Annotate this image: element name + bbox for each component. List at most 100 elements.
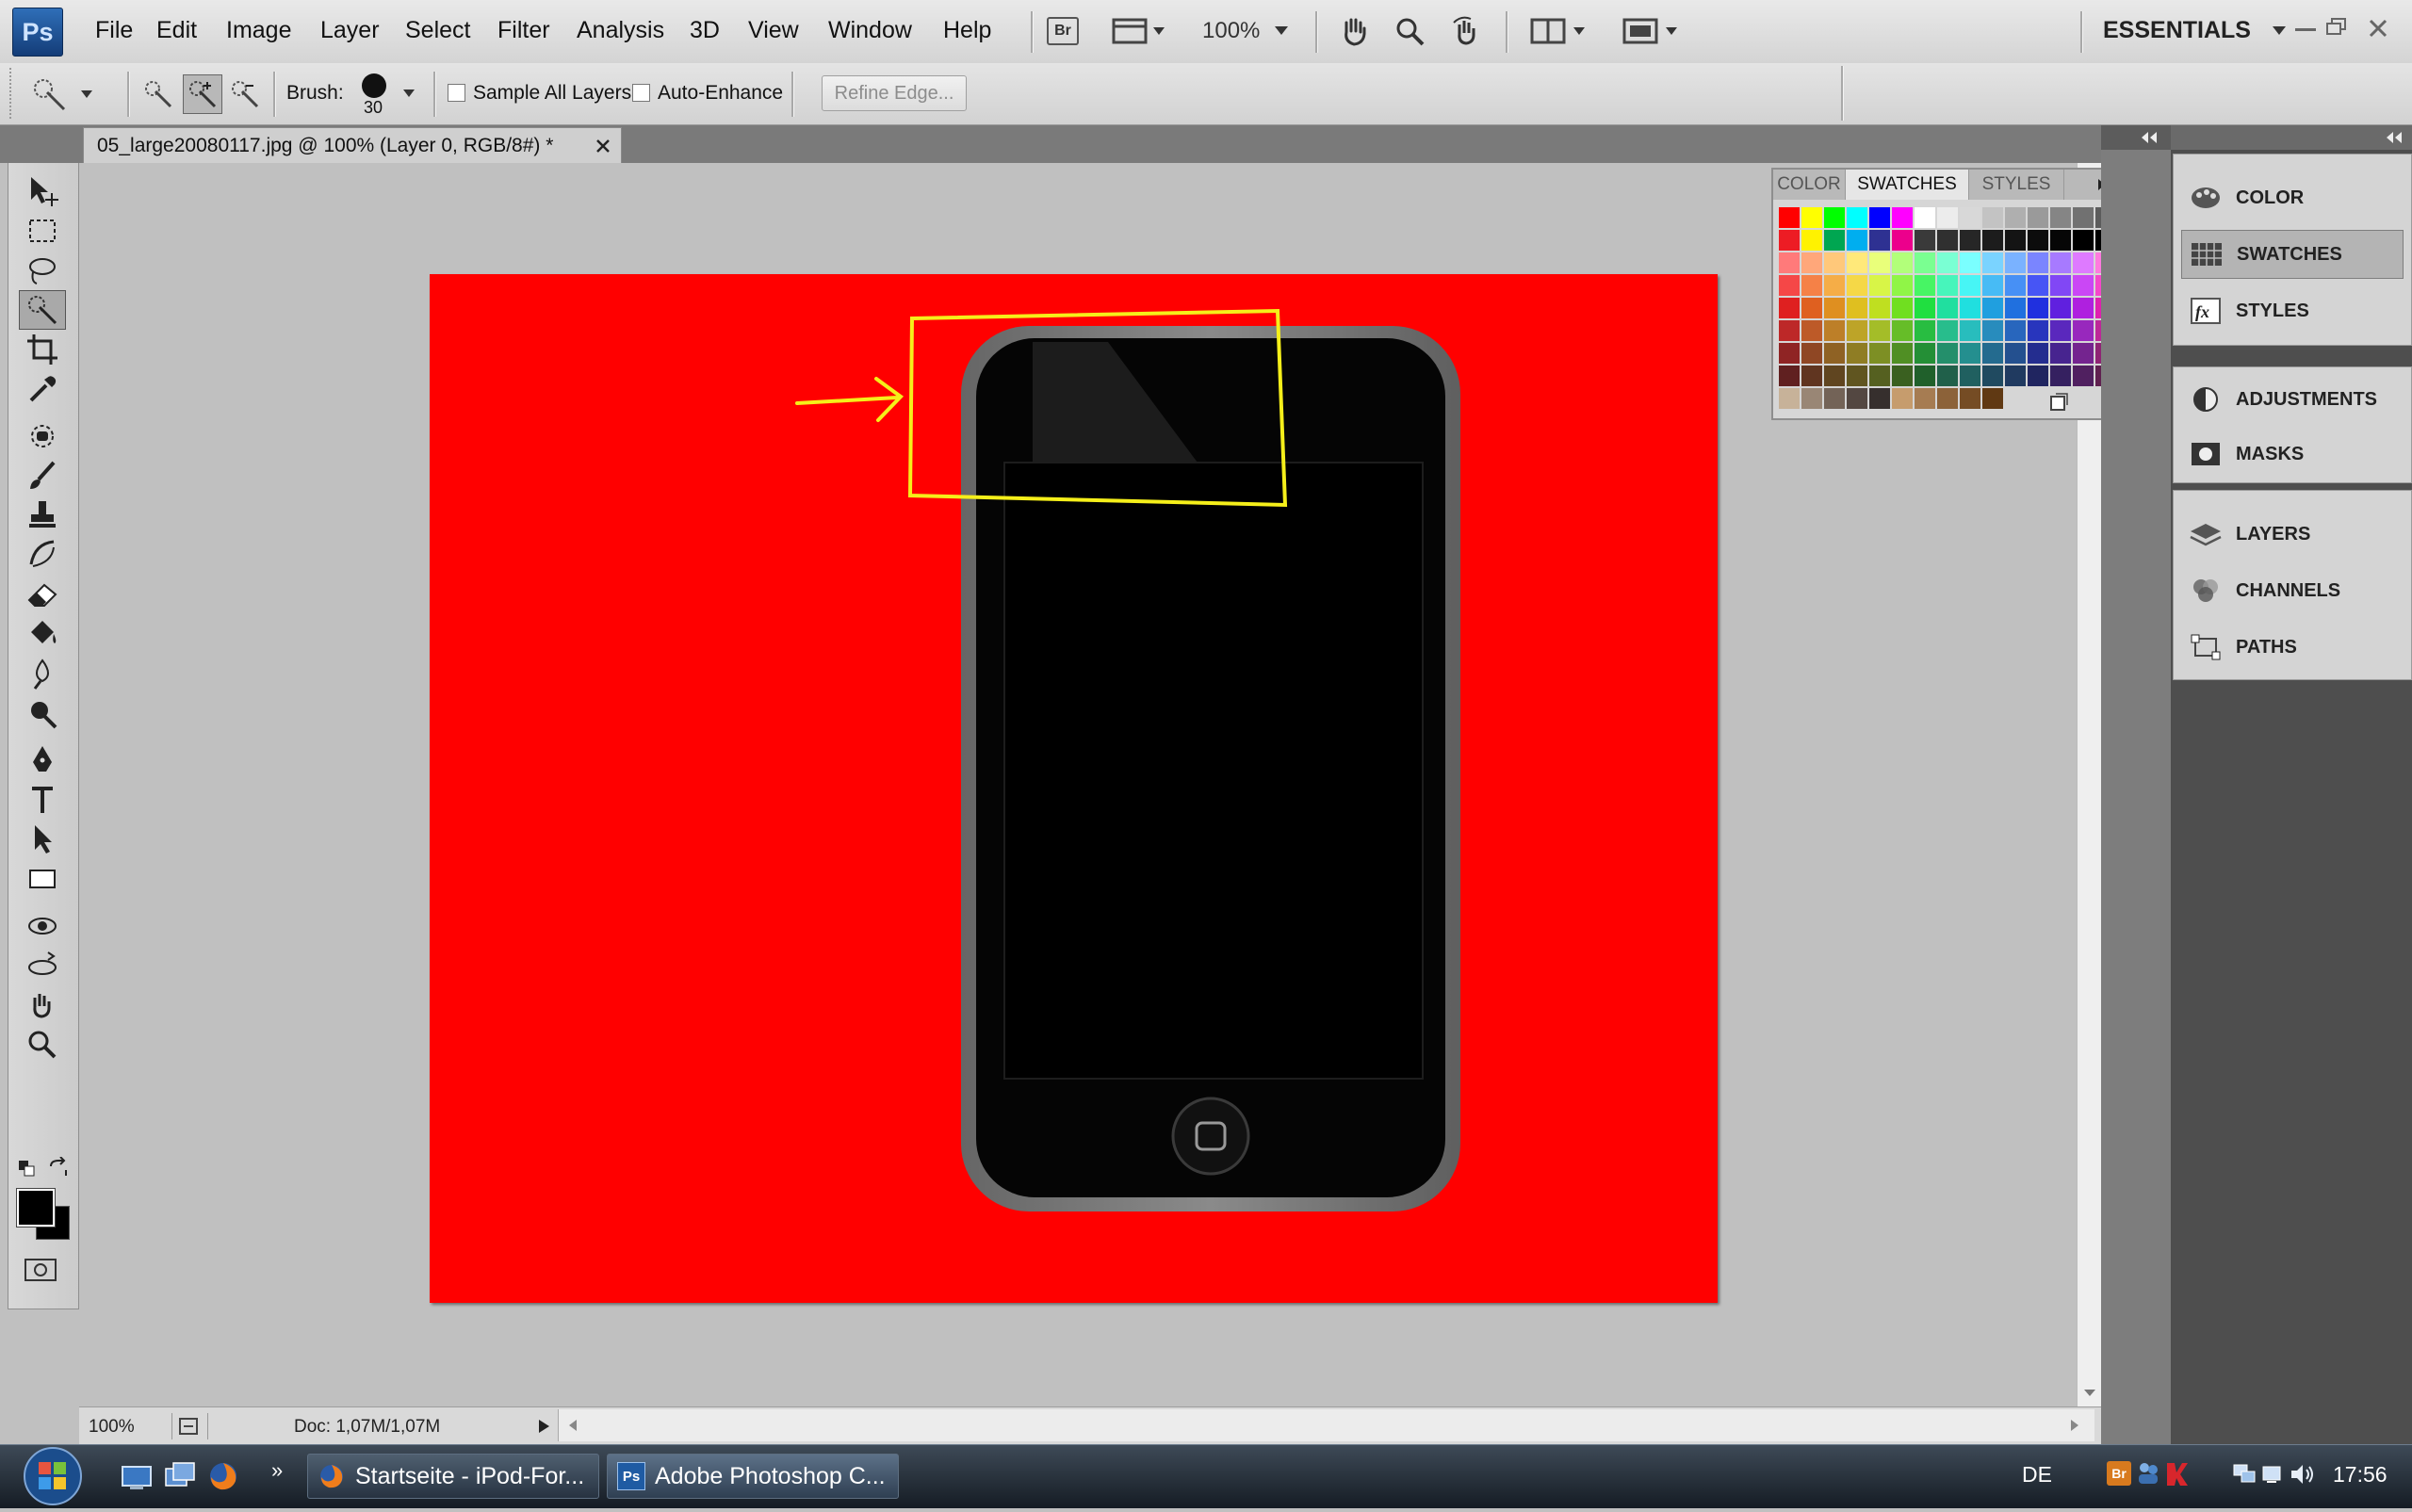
color-swatch[interactable] (2005, 275, 2026, 296)
color-swatch[interactable] (2028, 366, 2048, 386)
color-swatch[interactable] (1937, 252, 1958, 273)
color-swatch[interactable] (1915, 230, 1935, 251)
color-swatch[interactable] (1869, 320, 1890, 341)
menu-edit[interactable]: Edit (156, 17, 197, 44)
rectangle-tool[interactable] (19, 859, 66, 899)
foreground-color-swatch[interactable] (16, 1188, 56, 1227)
color-swatch[interactable] (2005, 343, 2026, 364)
color-swatch[interactable] (1847, 343, 1867, 364)
color-swatch[interactable] (1915, 275, 1935, 296)
color-swatch[interactable] (1869, 252, 1890, 273)
menu-analysis[interactable]: Analysis (577, 17, 664, 44)
brush-preview[interactable] (362, 73, 386, 98)
color-swatch[interactable] (1779, 343, 1800, 364)
menu-view[interactable]: View (748, 17, 799, 44)
color-swatch[interactable] (1892, 366, 1913, 386)
color-swatch[interactable] (1779, 388, 1800, 409)
color-swatch[interactable] (2050, 366, 2071, 386)
spot-healing-brush-tool[interactable] (19, 416, 66, 456)
color-swatch[interactable] (1960, 388, 1980, 409)
color-swatch[interactable] (1937, 275, 1958, 296)
panel-tab-color[interactable]: COLOR (1773, 170, 1846, 200)
color-swatch[interactable] (1801, 366, 1822, 386)
close-icon[interactable] (2367, 17, 2389, 40)
color-swatch[interactable] (1892, 388, 1913, 409)
color-swatch[interactable] (1847, 230, 1867, 251)
sample-all-layers-checkbox[interactable] (448, 84, 465, 102)
color-swatch[interactable] (2050, 207, 2071, 228)
color-swatch[interactable] (1937, 230, 1958, 251)
color-swatch[interactable] (1847, 207, 1867, 228)
color-swatch[interactable] (2073, 366, 2094, 386)
blur-tool[interactable] (19, 654, 66, 693)
color-swatch[interactable] (1779, 298, 1800, 318)
panel-tab-swatches[interactable]: SWATCHES (1846, 170, 1969, 200)
menu-help[interactable]: Help (943, 17, 991, 44)
status-info-icon[interactable] (177, 1415, 202, 1438)
color-swatch[interactable] (1824, 388, 1845, 409)
color-swatch[interactable] (1937, 207, 1958, 228)
lasso-tool[interactable] (19, 251, 66, 290)
menu-filter[interactable]: Filter (497, 17, 550, 44)
document-tab[interactable]: 05_large20080117.jpg @ 100% (Layer 0, RG… (83, 127, 622, 163)
color-swatch[interactable] (2073, 207, 2094, 228)
color-swatch[interactable] (1824, 320, 1845, 341)
color-swatch[interactable] (1801, 320, 1822, 341)
options-bar-grip[interactable] (9, 68, 15, 119)
color-swatch[interactable] (1937, 343, 1958, 364)
color-swatch[interactable] (1779, 275, 1800, 296)
color-swatch[interactable] (1982, 275, 2003, 296)
color-swatch[interactable] (1960, 366, 1980, 386)
color-swatch[interactable] (2050, 320, 2071, 341)
close-icon[interactable] (595, 138, 611, 154)
tool-preset-picker[interactable] (32, 75, 107, 113)
color-swatch[interactable] (1847, 275, 1867, 296)
color-swatch[interactable] (1982, 343, 2003, 364)
color-swatch[interactable] (1824, 298, 1845, 318)
screen-mode-button[interactable] (1621, 12, 1687, 50)
rotate-view-button[interactable] (1447, 12, 1485, 50)
color-swatch[interactable] (1892, 298, 1913, 318)
dock-item-paths[interactable]: PATHS (2181, 623, 2404, 672)
color-swatch[interactable] (1892, 343, 1913, 364)
color-swatch[interactable] (1869, 388, 1890, 409)
color-swatch[interactable] (2028, 298, 2048, 318)
color-swatch[interactable] (1892, 207, 1913, 228)
color-swatch[interactable] (1801, 298, 1822, 318)
quick-mask-button[interactable] (24, 1259, 57, 1281)
dock-item-swatches[interactable]: SWATCHES (2181, 230, 2404, 279)
color-swatch[interactable] (1847, 388, 1867, 409)
color-swatch[interactable] (1869, 207, 1890, 228)
scroll-right-arrow-icon[interactable] (2068, 1418, 2081, 1433)
color-swatch[interactable] (2028, 320, 2048, 341)
color-swatch[interactable] (1824, 207, 1845, 228)
status-menu-arrow-icon[interactable] (535, 1417, 552, 1436)
color-swatch[interactable] (1960, 343, 1980, 364)
color-swatch[interactable] (1824, 252, 1845, 273)
color-swatch[interactable] (2073, 252, 2094, 273)
color-swatch[interactable] (2028, 230, 2048, 251)
color-swatch[interactable] (2050, 343, 2071, 364)
dodge-tool[interactable] (19, 693, 66, 733)
paint-bucket-tool[interactable] (19, 614, 66, 654)
network-tray-icon[interactable] (2231, 1461, 2257, 1488)
color-swatch[interactable] (1801, 252, 1822, 273)
color-swatch[interactable] (1915, 207, 1935, 228)
antivirus-tray-icon[interactable] (2163, 1459, 2190, 1488)
color-swatch[interactable] (2028, 252, 2048, 273)
clone-stamp-tool[interactable] (19, 496, 66, 535)
color-swatch[interactable] (1869, 230, 1890, 251)
connection-tray-icon[interactable] (2259, 1461, 2286, 1488)
history-brush-tool[interactable] (19, 535, 66, 575)
color-swatch[interactable] (1982, 207, 2003, 228)
color-swatch[interactable] (1915, 388, 1935, 409)
dock-item-styles[interactable]: fx STYLES (2181, 286, 2404, 335)
dock-item-color[interactable]: COLOR (2181, 173, 2404, 222)
color-swatch[interactable] (1915, 252, 1935, 273)
new-swatch-icon[interactable] (2048, 392, 2069, 413)
menu-file[interactable]: File (95, 17, 133, 44)
color-swatch[interactable] (1937, 320, 1958, 341)
dock-item-adjustments[interactable]: ADJUSTMENTS (2181, 375, 2404, 424)
pen-tool[interactable] (19, 740, 66, 780)
color-swatch[interactable] (2028, 275, 2048, 296)
